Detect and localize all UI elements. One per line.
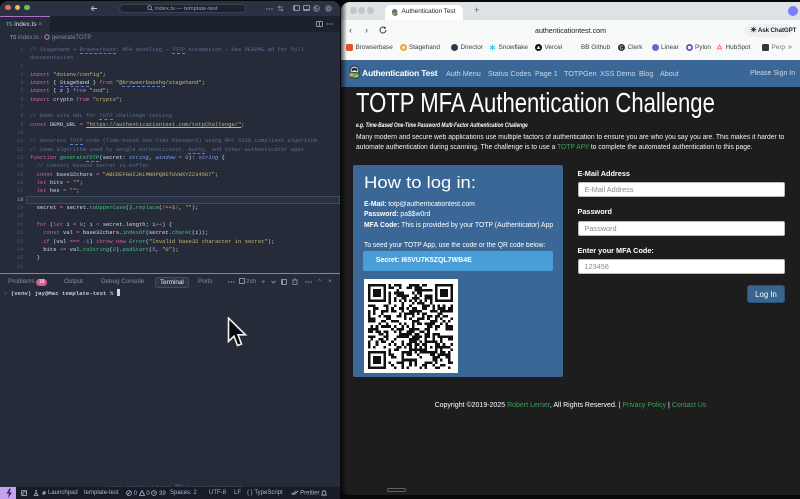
svg-text:C: C — [620, 45, 624, 51]
